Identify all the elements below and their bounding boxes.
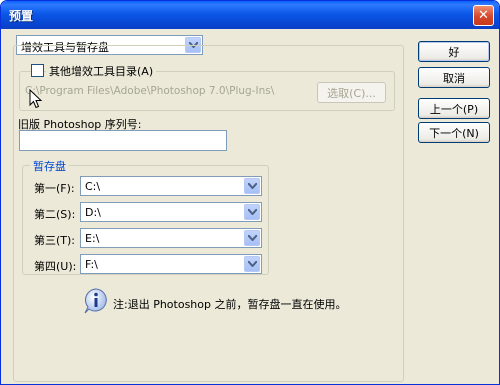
close-button[interactable]: ✕ bbox=[473, 5, 494, 26]
scratch-disk-2-label: 第二(S): bbox=[34, 208, 76, 221]
chevron-down-icon bbox=[244, 204, 260, 220]
cancel-label: 取消 bbox=[443, 71, 465, 85]
scratch-disk-3-label: 第三(T): bbox=[34, 234, 76, 247]
mouse-pointer-icon bbox=[29, 88, 43, 112]
scratch-disk-1-value: C:\ bbox=[85, 180, 101, 193]
plugins-folder-label: 其他增效工具目录(A) bbox=[46, 63, 157, 79]
scratch-disk-3-select[interactable]: E:\ bbox=[80, 228, 262, 248]
cancel-button[interactable]: 取消 bbox=[418, 67, 490, 88]
chevron-down-icon bbox=[244, 256, 260, 272]
scratch-disk-1-select[interactable]: C:\ bbox=[80, 176, 262, 196]
preferences-dialog: 预置 ✕ 增效工具与暂存盘 其他增效工具目录(A) C:\Program Fil… bbox=[0, 0, 500, 385]
close-icon: ✕ bbox=[478, 8, 489, 23]
scratch-disks-legend: 暂存盘 bbox=[30, 158, 69, 174]
chevron-down-icon bbox=[244, 178, 260, 194]
info-icon bbox=[83, 288, 109, 314]
next-button[interactable]: 下一个(N) bbox=[418, 122, 490, 143]
chevron-down-icon bbox=[244, 230, 260, 246]
scratch-disk-2-select[interactable]: D:\ bbox=[80, 202, 262, 222]
title-bar[interactable]: 预置 ✕ bbox=[1, 1, 499, 29]
window-title: 预置 bbox=[9, 9, 34, 23]
scratch-disk-4-value: F:\ bbox=[85, 258, 98, 271]
serial-input[interactable] bbox=[19, 130, 227, 151]
ok-button[interactable]: 好 bbox=[418, 41, 490, 62]
dialog-body: 增效工具与暂存盘 其他增效工具目录(A) C:\Program Files\Ad… bbox=[4, 29, 496, 382]
scratch-disk-3-value: E:\ bbox=[85, 232, 100, 245]
ok-label: 好 bbox=[448, 45, 460, 59]
next-label: 下一个(N) bbox=[429, 126, 479, 140]
scratch-disk-2-value: D:\ bbox=[85, 206, 101, 219]
choose-plugins-label: 选取(C)... bbox=[327, 86, 376, 100]
previous-button[interactable]: 上一个(P) bbox=[418, 98, 490, 119]
choose-plugins-button[interactable]: 选取(C)... bbox=[317, 82, 386, 103]
plugins-folder-checkbox[interactable] bbox=[31, 64, 44, 77]
previous-label: 上一个(P) bbox=[429, 102, 479, 116]
scratch-disk-4-select[interactable]: F:\ bbox=[80, 254, 262, 274]
scratch-note: 注:退出 Photoshop 之前，暂存盘一直在使用。 bbox=[113, 298, 347, 311]
scratch-disk-1-label: 第一(F): bbox=[34, 182, 75, 195]
plugins-path: C:\Program Files\Adobe\Photoshop 7.0\Plu… bbox=[25, 85, 275, 97]
scratch-disk-4-label: 第四(U): bbox=[34, 260, 77, 273]
